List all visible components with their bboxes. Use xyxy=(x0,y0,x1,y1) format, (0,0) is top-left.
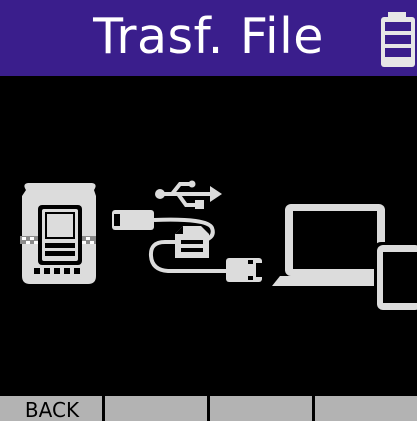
device-screen: Trasf. File BACK xyxy=(0,0,417,421)
file-icon xyxy=(175,226,209,258)
tablet-icon xyxy=(374,242,417,313)
usb-symbol-icon xyxy=(155,180,222,209)
softkey-3[interactable] xyxy=(210,396,312,421)
title-bar: Trasf. File xyxy=(0,0,417,76)
page-title: Trasf. File xyxy=(93,8,324,65)
softkey-4[interactable] xyxy=(315,396,417,421)
softkey-2[interactable] xyxy=(105,396,207,421)
recorder-device-icon xyxy=(20,183,96,284)
softkey-bar: BACK xyxy=(0,396,417,421)
file-transfer-illustration xyxy=(20,180,417,313)
battery-icon xyxy=(381,12,415,67)
back-button[interactable]: BACK xyxy=(0,396,102,421)
